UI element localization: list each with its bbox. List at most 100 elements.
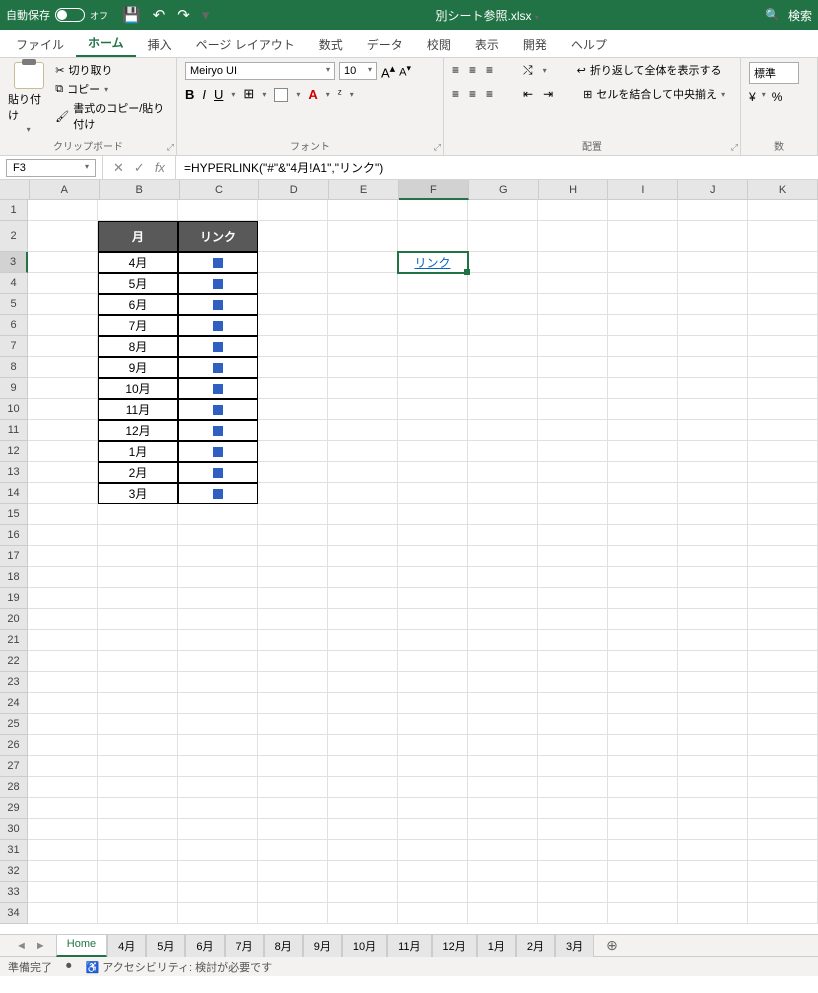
cell-B27[interactable] [98,756,178,777]
cell-D33[interactable] [258,882,328,903]
tab-review[interactable]: 校閲 [415,32,463,57]
cell-I9[interactable] [608,378,678,399]
row-header-12[interactable]: 12 [0,441,28,462]
cell-F25[interactable] [398,714,468,735]
cell-B14[interactable]: 3月 [98,483,178,504]
cell-F30[interactable] [398,819,468,840]
col-header-B[interactable]: B [100,180,180,200]
link-icon[interactable] [213,300,223,310]
cell-H2[interactable] [538,221,608,252]
cell-A14[interactable] [28,483,98,504]
cell-K28[interactable] [748,777,818,798]
align-top-icon[interactable]: ≡ [452,63,459,77]
merge-center-button[interactable]: ⊞ セルを結合して中央揃え ▾ [583,86,725,102]
row-header-34[interactable]: 34 [0,903,28,924]
cell-J30[interactable] [678,819,748,840]
cell-K30[interactable] [748,819,818,840]
cell-F8[interactable] [398,357,468,378]
cell-C9[interactable] [178,378,258,399]
cell-H30[interactable] [538,819,608,840]
cell-J2[interactable] [678,221,748,252]
cell-F21[interactable] [398,630,468,651]
cell-I23[interactable] [608,672,678,693]
cell-A8[interactable] [28,357,98,378]
cell-B8[interactable]: 9月 [98,357,178,378]
cell-D23[interactable] [258,672,328,693]
cell-K17[interactable] [748,546,818,567]
cell-D9[interactable] [258,378,328,399]
cell-B23[interactable] [98,672,178,693]
cell-E14[interactable] [328,483,398,504]
cell-H17[interactable] [538,546,608,567]
clipboard-launcher-icon[interactable]: ⤢ [167,142,174,153]
link-icon[interactable] [213,405,223,415]
align-bottom-icon[interactable]: ≡ [486,63,493,77]
cell-I19[interactable] [608,588,678,609]
cell-B11[interactable]: 12月 [98,420,178,441]
cell-J20[interactable] [678,609,748,630]
cell-J19[interactable] [678,588,748,609]
cell-E22[interactable] [328,651,398,672]
cell-B10[interactable]: 11月 [98,399,178,420]
cell-C18[interactable] [178,567,258,588]
cell-H10[interactable] [538,399,608,420]
tab-view[interactable]: 表示 [463,32,511,57]
cell-I21[interactable] [608,630,678,651]
cell-D10[interactable] [258,399,328,420]
cell-A9[interactable] [28,378,98,399]
cell-G30[interactable] [468,819,538,840]
cell-E21[interactable] [328,630,398,651]
cell-J9[interactable] [678,378,748,399]
row-header-29[interactable]: 29 [0,798,28,819]
row-header-21[interactable]: 21 [0,630,28,651]
cell-C17[interactable] [178,546,258,567]
cell-J31[interactable] [678,840,748,861]
cell-I12[interactable] [608,441,678,462]
cell-C26[interactable] [178,735,258,756]
cell-G32[interactable] [468,861,538,882]
cell-G29[interactable] [468,798,538,819]
cell-H23[interactable] [538,672,608,693]
cell-G14[interactable] [468,483,538,504]
cell-I30[interactable] [608,819,678,840]
cell-G24[interactable] [468,693,538,714]
row-header-23[interactable]: 23 [0,672,28,693]
row-header-31[interactable]: 31 [0,840,28,861]
cell-D19[interactable] [258,588,328,609]
cell-I2[interactable] [608,221,678,252]
cell-J27[interactable] [678,756,748,777]
cell-C33[interactable] [178,882,258,903]
cell-C6[interactable] [178,315,258,336]
cell-H12[interactable] [538,441,608,462]
cell-E26[interactable] [328,735,398,756]
cell-I4[interactable] [608,273,678,294]
cell-A5[interactable] [28,294,98,315]
cell-A27[interactable] [28,756,98,777]
cell-D2[interactable] [258,221,328,252]
cell-H15[interactable] [538,504,608,525]
select-all-corner[interactable] [0,180,30,200]
cell-D34[interactable] [258,903,328,924]
cell-A13[interactable] [28,462,98,483]
row-header-18[interactable]: 18 [0,567,28,588]
cell-B30[interactable] [98,819,178,840]
row-header-25[interactable]: 25 [0,714,28,735]
cell-F32[interactable] [398,861,468,882]
formula-input[interactable]: =HYPERLINK("#"&"4月!A1","リンク") [176,157,818,178]
row-header-11[interactable]: 11 [0,420,28,441]
cell-K9[interactable] [748,378,818,399]
cell-G28[interactable] [468,777,538,798]
cell-B15[interactable] [98,504,178,525]
percent-icon[interactable]: % [772,90,783,104]
cell-B12[interactable]: 1月 [98,441,178,462]
cell-D26[interactable] [258,735,328,756]
cell-G22[interactable] [468,651,538,672]
cell-G17[interactable] [468,546,538,567]
col-header-G[interactable]: G [469,180,539,200]
cell-I13[interactable] [608,462,678,483]
cell-K18[interactable] [748,567,818,588]
cell-E30[interactable] [328,819,398,840]
qat-dropdown-icon[interactable]: ▾ [202,6,210,24]
cell-E2[interactable] [328,221,398,252]
sheet-tab-1月[interactable]: 1月 [477,934,516,957]
